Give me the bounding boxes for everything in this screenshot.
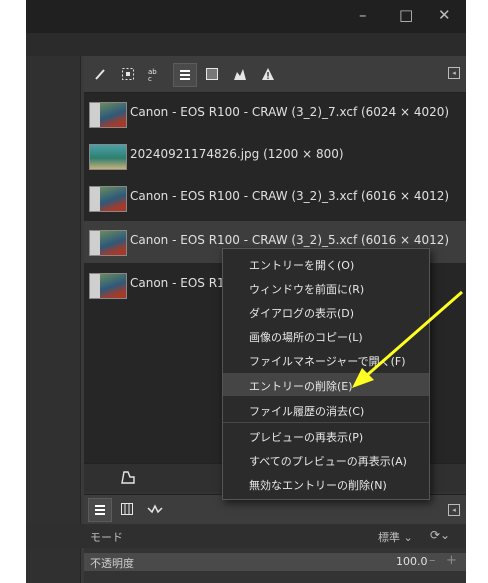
menu-separator	[223, 422, 429, 423]
document-name: Canon - EOS R1	[130, 276, 225, 290]
font-icon[interactable]: ab c	[145, 63, 167, 85]
menu-item-open-file-manager[interactable]: ファイルマネージャーで開く(F)	[223, 348, 429, 371]
minimize-button[interactable]: –	[359, 6, 367, 24]
image-thumbnail	[89, 186, 127, 212]
image-thumbnail	[89, 273, 127, 299]
mode-select[interactable]: 標準 ⌄	[378, 529, 413, 545]
document-name: Canon - EOS R100 - CRAW (3_2)_3.xcf (601…	[130, 189, 450, 203]
close-button[interactable]: ✕	[438, 6, 451, 24]
paths-icon[interactable]	[144, 498, 166, 520]
opacity-value: 100.0	[396, 555, 428, 568]
menu-item-open-entry[interactable]: エントリーを開く(O)	[223, 252, 429, 275]
image-thumbnail	[89, 230, 127, 256]
layers-icon[interactable]	[88, 498, 112, 522]
menu-item-copy-location[interactable]: 画像の場所のコピー(L)	[223, 324, 429, 347]
error-console-icon[interactable]	[257, 63, 279, 85]
pattern-icon[interactable]	[117, 63, 139, 85]
tab-menu-icon[interactable]: ◂	[448, 67, 460, 79]
menu-item-show-dialog[interactable]: ダイアログの表示(D)	[223, 300, 429, 323]
menu-item-reload-previews[interactable]: すべてのプレビューの再表示(A)	[223, 448, 429, 471]
composite-mode-icon[interactable]: ⟳⌄	[430, 528, 450, 542]
maximize-button[interactable]: □	[399, 6, 413, 24]
menu-bar	[26, 33, 466, 56]
list-item[interactable]: 20240921174826.jpg (1200 × 800)	[84, 135, 466, 177]
document-name: 20240921174826.jpg (1200 × 800)	[130, 147, 344, 161]
images-icon[interactable]	[201, 63, 223, 85]
increment-icon[interactable]: +	[446, 553, 457, 568]
document-name: Canon - EOS R100 - CRAW (3_2)_7.xcf (602…	[130, 105, 450, 119]
menu-item-remove-entry[interactable]: エントリーの削除(E)	[223, 373, 429, 396]
title-bar: – □ ✕	[26, 0, 466, 33]
left-dock	[26, 56, 81, 583]
menu-item-recreate-preview[interactable]: プレビューの再表示(P)	[223, 424, 429, 447]
open-image-icon[interactable]	[120, 469, 136, 489]
list-item[interactable]: Canon - EOS R100 - CRAW (3_2)_3.xcf (601…	[84, 177, 466, 219]
layer-mode-row: モード 標準 ⌄ ⟳⌄	[26, 524, 466, 548]
menu-item-raise-window[interactable]: ウィンドウを前面に(R)	[223, 276, 429, 299]
decrement-icon[interactable]: –	[429, 553, 436, 568]
brush-icon[interactable]	[89, 63, 111, 85]
opacity-slider[interactable]: 不透明度 100.0 – +	[84, 553, 466, 571]
channels-icon[interactable]	[116, 498, 138, 520]
menu-item-remove-dangling[interactable]: 無効なエントリーの削除(N)	[223, 472, 429, 495]
image-thumbnail	[89, 144, 127, 170]
histogram-icon[interactable]	[229, 63, 251, 85]
context-menu: エントリーを開く(O) ウィンドウを前面に(R) ダイアログの表示(D) 画像の…	[222, 248, 430, 500]
image-thumbnail	[89, 102, 127, 128]
opacity-label: 不透明度	[90, 557, 134, 570]
document-name: Canon - EOS R100 - CRAW (3_2)_5.xcf (601…	[130, 233, 450, 247]
svg-text:c: c	[148, 75, 152, 81]
dock-tabs: ab c ◂	[84, 56, 466, 93]
tab-menu-icon[interactable]: ◂	[448, 504, 460, 516]
mode-label: モード	[90, 531, 123, 544]
menu-item-clear-history[interactable]: ファイル履歴の消去(C)	[223, 398, 429, 421]
document-history-icon[interactable]	[173, 63, 197, 87]
list-item[interactable]: Canon - EOS R100 - CRAW (3_2)_7.xcf (602…	[84, 93, 466, 135]
